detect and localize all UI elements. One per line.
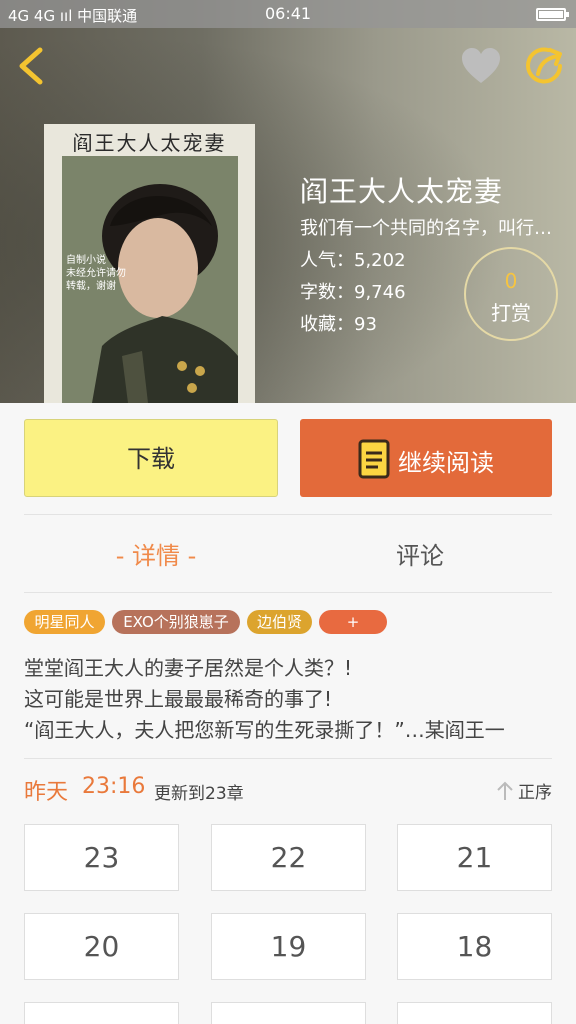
- update-time: 23:16: [82, 774, 146, 799]
- divider: [24, 758, 552, 759]
- book-cover[interactable]: 阎王大人太宠妻 自制小说 未经允许请勿 转载，谢谢: [44, 124, 255, 403]
- sort-label: 正序: [518, 783, 552, 803]
- chapter-button[interactable]: 18: [397, 913, 552, 980]
- status-bar: 4G 4G ııl 中国联通 06:41: [0, 0, 576, 28]
- chapter-button[interactable]: 23: [24, 824, 179, 891]
- battery-icon: [536, 8, 569, 21]
- favorites-value: 93: [354, 314, 377, 335]
- chapter-button[interactable]: 20: [24, 913, 179, 980]
- summary-line: 这可能是世界上最最最稀奇的事了!: [24, 687, 333, 711]
- cover-title: 阎王大人太宠妻: [72, 131, 227, 155]
- tip-button[interactable]: 0 打赏: [464, 247, 558, 341]
- divider: [24, 592, 552, 593]
- carrier-label: 4G 4G ııl 中国联通: [8, 7, 138, 25]
- share-icon: [526, 47, 562, 84]
- continue-reading-button[interactable]: 继续阅读: [300, 419, 552, 497]
- tab-detail[interactable]: - 详情 -: [24, 536, 288, 571]
- tag-item[interactable]: 明星同人: [24, 610, 105, 634]
- chapter-button[interactable]: 17: [24, 1002, 179, 1024]
- word-count-stat: 字数：9,746: [300, 278, 406, 304]
- tag-item[interactable]: EXO个别狼崽子: [112, 610, 240, 634]
- share-button[interactable]: [524, 44, 568, 88]
- back-button[interactable]: [14, 44, 50, 88]
- clock: 06:41: [265, 4, 312, 23]
- chapter-button[interactable]: 22: [211, 824, 366, 891]
- book-description: 我们有一个共同的名字，叫行…: [300, 218, 552, 239]
- chevron-left-icon: [19, 47, 43, 85]
- tab-comment[interactable]: 评论: [288, 536, 552, 571]
- popularity-label: 人气：: [300, 250, 354, 271]
- book-summary[interactable]: 堂堂阎王大人的妻子居然是个人类？! 这可能是世界上最最最稀奇的事了! “阎王大人…: [24, 653, 554, 746]
- cover-note: 自制小说 未经允许请勿 转载，谢谢: [66, 255, 126, 292]
- update-info: 昨天 23:16 更新到23章 正序: [24, 774, 552, 805]
- heart-icon: [462, 48, 500, 83]
- tip-count: 0: [504, 269, 518, 293]
- download-button[interactable]: 下载: [24, 419, 278, 497]
- tip-label: 打赏: [491, 301, 531, 325]
- summary-line: “阎王大人，夫人把您新写的生死录撕了！”…某阎王一: [24, 718, 505, 742]
- update-day: 昨天: [24, 780, 69, 805]
- popularity-value: 5,202: [354, 250, 406, 271]
- divider: [24, 514, 552, 515]
- book-info: 阎王大人太宠妻 我们有一个共同的名字，叫行… 人气：5,202 字数：9,746…: [300, 170, 552, 335]
- word-count-value: 9,746: [354, 282, 406, 303]
- continue-reading-label: 继续阅读: [398, 449, 494, 477]
- favorite-button[interactable]: [460, 46, 502, 86]
- chapter-button[interactable]: 15: [397, 1002, 552, 1024]
- update-text: 更新到23章: [154, 784, 244, 804]
- summary-line: 堂堂阎王大人的妻子居然是个人类？!: [24, 656, 353, 680]
- chapter-button[interactable]: 21: [397, 824, 552, 891]
- favorites-stat: 收藏：93: [300, 310, 377, 336]
- chapter-button[interactable]: 19: [211, 913, 366, 980]
- favorites-label: 收藏：: [300, 314, 354, 335]
- tag-item[interactable]: 边伯贤: [247, 610, 312, 634]
- word-count-label: 字数：: [300, 282, 354, 303]
- sort-toggle[interactable]: 正序: [496, 778, 552, 803]
- chapter-button[interactable]: 16: [211, 1002, 366, 1024]
- arrow-up-icon: [497, 781, 513, 800]
- book-icon: [358, 439, 390, 479]
- book-title: 阎王大人太宠妻: [300, 175, 504, 208]
- add-tag-button[interactable]: +: [319, 610, 387, 634]
- popularity-stat: 人气：5,202: [300, 246, 406, 272]
